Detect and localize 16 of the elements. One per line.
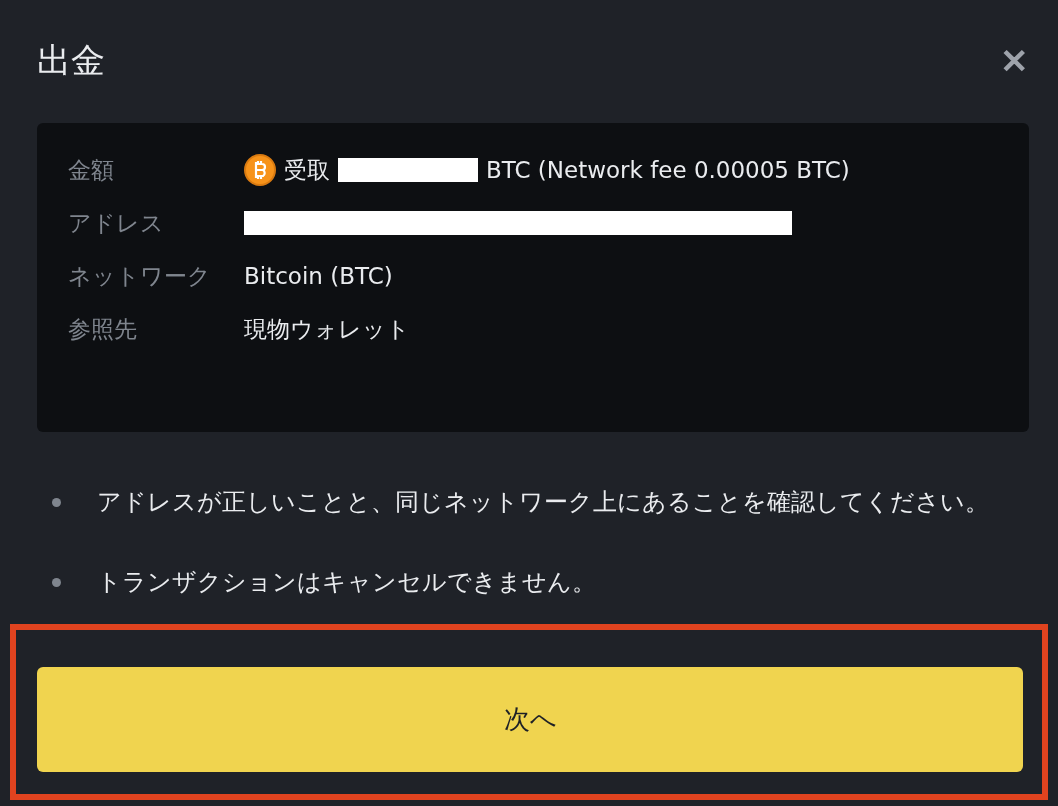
detail-label: 参照先 — [68, 315, 138, 344]
bitcoin-icon — [244, 154, 276, 186]
close-button[interactable]: ✕ — [1000, 41, 1028, 81]
dialog-title: 出金 — [37, 39, 105, 82]
bullet-icon — [52, 498, 61, 507]
note-text: アドレスが正しいことと、同じネットワーク上にあることを確認してください。 — [97, 487, 989, 518]
amount-value: BTC (Network fee 0.00005 BTC) — [486, 157, 850, 183]
bullet-icon — [52, 578, 61, 587]
detail-label: アドレス — [68, 209, 165, 238]
note-text: トランザクションはキャンセルできません。 — [97, 567, 596, 598]
detail-value: 現物ウォレット — [244, 314, 410, 344]
detail-value: Bitcoin (BTC) — [244, 263, 393, 289]
amount-label: 受取 — [284, 155, 330, 185]
detail-label: 金額 — [68, 156, 115, 185]
detail-label: ネットワーク — [68, 262, 212, 291]
next-button[interactable]: 次へ — [37, 667, 1023, 772]
